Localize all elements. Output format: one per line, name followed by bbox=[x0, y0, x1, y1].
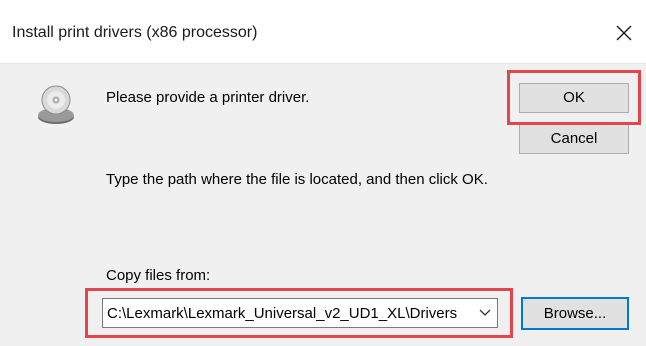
path-value[interactable]: C:\Lexmark\Lexmark_Universal_v2_UD1_XL\D… bbox=[107, 305, 475, 322]
title-bar: Install print drivers (x86 processor) bbox=[0, 0, 646, 64]
browse-button[interactable]: Browse... bbox=[521, 297, 629, 330]
disc-icon bbox=[38, 85, 74, 124]
copy-files-label: Copy files from: bbox=[106, 267, 211, 284]
copy-files-path-combobox[interactable]: C:\Lexmark\Lexmark_Universal_v2_UD1_XL\D… bbox=[102, 298, 498, 328]
instruction-text: Type the path where the file is located,… bbox=[106, 171, 488, 188]
close-icon[interactable] bbox=[616, 25, 632, 41]
window-title: Install print drivers (x86 processor) bbox=[12, 24, 258, 41]
cancel-button[interactable]: Cancel bbox=[519, 124, 629, 154]
chevron-down-icon[interactable] bbox=[479, 308, 491, 318]
ok-button[interactable]: OK bbox=[519, 83, 629, 113]
message-text: Please provide a printer driver. bbox=[106, 89, 310, 106]
